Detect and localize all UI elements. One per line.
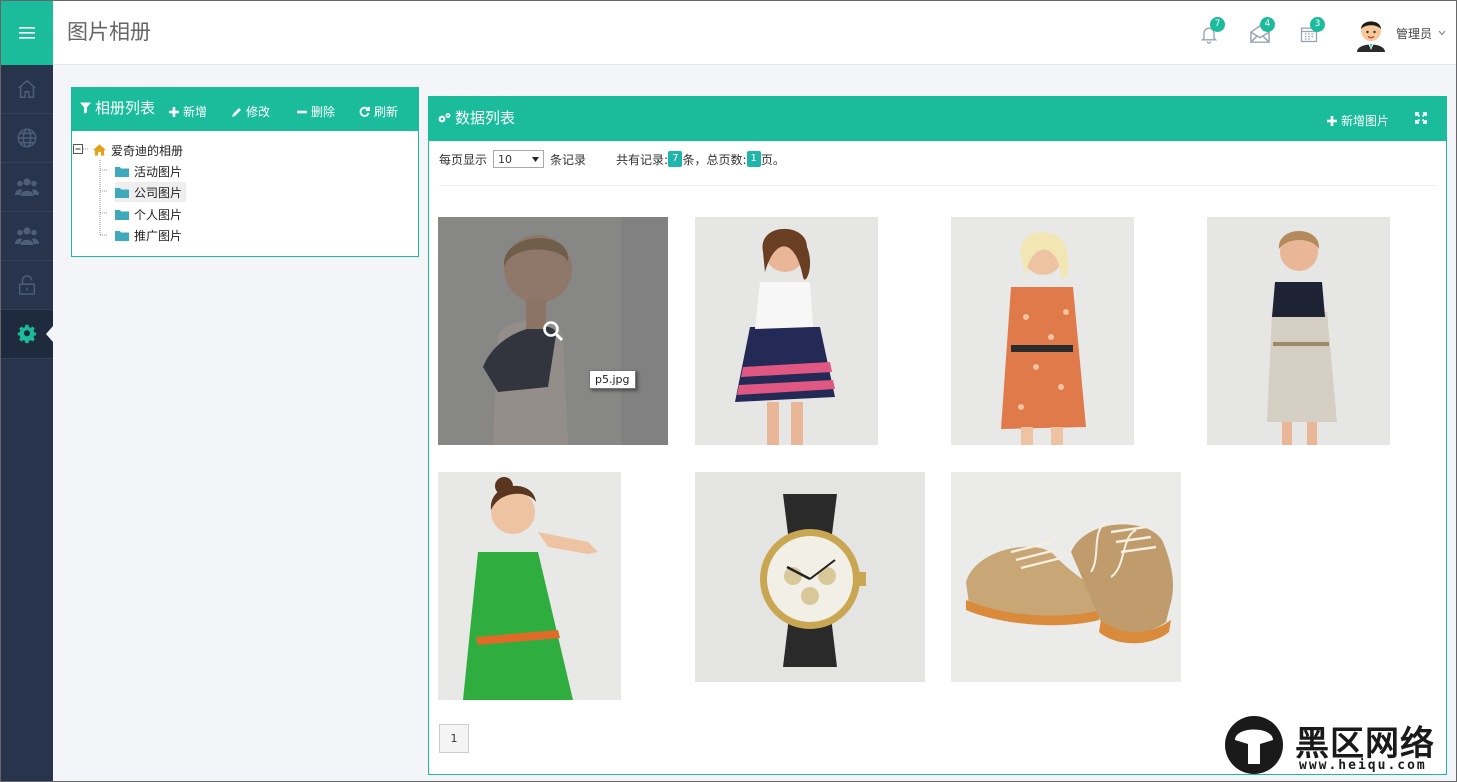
- image-filename-tooltip: p5.jpg: [589, 370, 636, 389]
- total-records-badge: 7: [668, 151, 683, 167]
- tree-root-album[interactable]: 爱奇迪的相册: [93, 140, 183, 160]
- minus-icon: [297, 110, 307, 113]
- filter-icon: [80, 102, 91, 113]
- magnifier-icon[interactable]: [542, 320, 564, 342]
- dropdown-arrow-icon: [532, 156, 540, 162]
- folder-icon: [115, 209, 129, 220]
- plus-icon: [169, 106, 179, 117]
- image-thumb-2[interactable]: [695, 217, 878, 445]
- pencil-icon: [232, 107, 241, 117]
- plus-icon: [1327, 115, 1337, 126]
- gear-icon: [17, 324, 36, 344]
- image-thumb-5[interactable]: [438, 472, 621, 700]
- watermark-url: www.heiqu.com: [1299, 758, 1427, 773]
- sidebar-item-group[interactable]: [0, 212, 53, 261]
- sidebar-item-users[interactable]: [0, 163, 53, 212]
- sidebar: [0, 0, 53, 782]
- sidebar-item-globe[interactable]: [0, 114, 53, 163]
- chevron-down-icon: [1438, 30, 1446, 36]
- notifications-button[interactable]: 7: [1193, 17, 1227, 50]
- delete-album-button[interactable]: 删除: [297, 103, 335, 120]
- home-folder-icon: [93, 144, 106, 156]
- refresh-icon: [359, 106, 370, 117]
- tasks-badge: 3: [1310, 17, 1325, 32]
- notifications-badge: 7: [1210, 17, 1225, 32]
- photo-woman-striped-skirt: [695, 217, 878, 445]
- data-list-panel: 数据列表 新增图片 每页显示 10 条记录 共有记录: 7 条，总页数: 1 页…: [428, 96, 1447, 775]
- user-name: 管理员: [1396, 26, 1433, 41]
- records-toolbar: 每页显示 10 条记录 共有记录: 7 条，总页数: 1 页。: [439, 150, 785, 168]
- photo-wrist-watch: [695, 472, 925, 682]
- toolbar-divider: [439, 185, 1436, 186]
- photo-canvas-sneakers: [951, 472, 1181, 682]
- messages-button[interactable]: 4: [1243, 17, 1277, 50]
- expand-icon: [1415, 112, 1427, 124]
- tree-item-album[interactable]: 活动图片: [115, 161, 182, 181]
- tree-item-album[interactable]: 个人图片: [115, 204, 182, 224]
- photo-woman-green-dress: [438, 472, 621, 700]
- image-thumb-1[interactable]: p5.jpg: [438, 217, 668, 445]
- unlock-icon: [18, 275, 35, 295]
- image-thumb-6[interactable]: [695, 472, 925, 682]
- pagination-page-1[interactable]: 1: [439, 724, 469, 753]
- messages-badge: 4: [1260, 17, 1275, 32]
- album-list-panel: 相册列表 新增 修改 删除 刷新 爱奇迪的相册 活动图片 公司图片 个人图片 推…: [71, 87, 419, 257]
- avatar: [1357, 21, 1385, 52]
- tasks-button[interactable]: 3: [1293, 17, 1327, 50]
- group-icon: [14, 227, 39, 245]
- image-thumb-4[interactable]: [1207, 217, 1390, 445]
- top-header: 图片相册 7 4 3 管理员: [53, 0, 1457, 65]
- site-watermark: 黑区网络 www.heiqu.com: [1223, 714, 1449, 776]
- page-size-select[interactable]: 10: [493, 150, 545, 168]
- image-thumb-7[interactable]: [951, 472, 1181, 682]
- folder-icon: [115, 166, 129, 177]
- user-menu[interactable]: 管理员: [1353, 14, 1446, 52]
- photo-woman-grey-dress: [1207, 217, 1390, 445]
- active-caret: [46, 326, 53, 342]
- folder-icon: [115, 187, 129, 198]
- add-album-button[interactable]: 新增: [169, 103, 207, 120]
- photo-woman-floral-dress: [951, 217, 1134, 445]
- tree-item-album-selected[interactable]: 公司图片: [115, 182, 187, 202]
- add-image-button[interactable]: 新增图片: [1327, 112, 1389, 129]
- home-icon: [17, 79, 36, 98]
- data-panel-header: 数据列表 新增图片: [429, 97, 1446, 141]
- hamburger-icon: [18, 26, 35, 39]
- total-pages-badge: 1: [746, 151, 761, 167]
- fullscreen-button[interactable]: [1415, 112, 1431, 124]
- sidebar-item-settings[interactable]: [0, 310, 53, 359]
- tree-item-album[interactable]: 推广图片: [115, 225, 182, 245]
- watermark-logo: [1225, 716, 1283, 774]
- edit-album-button[interactable]: 修改: [232, 103, 270, 120]
- sidebar-item-unlock[interactable]: [0, 261, 53, 310]
- folder-icon: [115, 230, 129, 241]
- album-panel-title: 相册列表: [80, 97, 155, 118]
- users-icon: [14, 178, 39, 196]
- album-panel-header: 相册列表 新增 修改 删除 刷新: [72, 88, 418, 131]
- cogs-icon: [438, 112, 451, 122]
- menu-toggle-button[interactable]: [0, 0, 53, 65]
- page-title: 图片相册: [67, 20, 151, 44]
- sidebar-item-home[interactable]: [0, 65, 53, 114]
- image-thumb-3[interactable]: [951, 217, 1134, 445]
- data-panel-title: 数据列表: [437, 107, 515, 128]
- globe-icon: [17, 128, 36, 148]
- refresh-album-button[interactable]: 刷新: [359, 103, 398, 120]
